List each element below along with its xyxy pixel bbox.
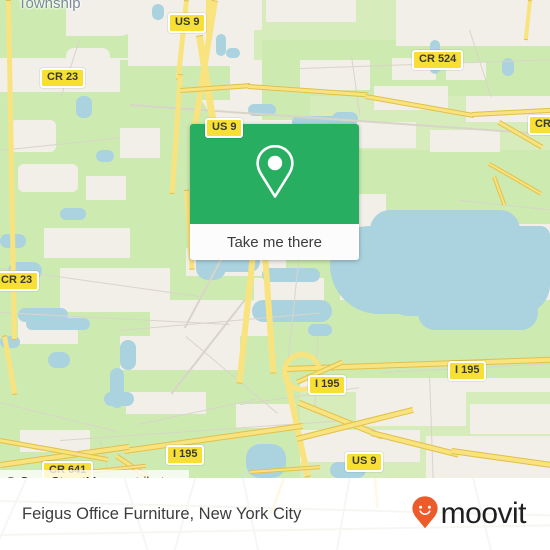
route-shield-i195[interactable]: I 195 xyxy=(308,375,347,395)
water-body xyxy=(60,208,86,220)
location-popup-card[interactable]: Take me there xyxy=(190,124,359,260)
route-shield-i195[interactable]: I 195 xyxy=(448,361,487,381)
water-body xyxy=(104,392,134,406)
water-body xyxy=(370,210,520,250)
landcover-builtup xyxy=(86,176,126,200)
landcover-builtup xyxy=(120,128,160,158)
water-body xyxy=(96,150,114,162)
map-pin-icon xyxy=(252,143,298,206)
landcover-builtup xyxy=(44,228,130,258)
water-body xyxy=(120,340,136,370)
water-body xyxy=(152,4,164,20)
route-shield-us9[interactable]: US 9 xyxy=(345,452,384,472)
water-body xyxy=(26,318,90,330)
landcover-builtup xyxy=(126,392,206,414)
water-body xyxy=(262,268,320,282)
route-shield-cr[interactable]: CR xyxy=(528,115,550,135)
route-shield-cr524[interactable]: CR 524 xyxy=(412,50,464,70)
moovit-wordmark: moovit xyxy=(440,497,527,530)
landcover-builtup xyxy=(18,164,78,192)
route-shield-hidden: US 9 xyxy=(205,118,244,138)
water-body xyxy=(216,34,226,56)
landcover-forest xyxy=(120,60,230,100)
water-body xyxy=(48,352,70,368)
landcover-builtup xyxy=(266,0,356,22)
landcover-builtup xyxy=(430,130,500,152)
take-me-there-button[interactable]: Take me there xyxy=(190,224,359,260)
route-shield-cr23[interactable]: CR 23 xyxy=(40,68,86,88)
landcover-builtup xyxy=(120,336,240,370)
landcover-builtup xyxy=(300,60,370,90)
route-shield-us9[interactable]: US 9 xyxy=(168,13,207,33)
map-share-card: Township US 9 CR 23 CR 524 CR CR 23 I 19… xyxy=(0,0,550,550)
landcover-builtup xyxy=(228,0,262,30)
route-shield-cr23[interactable]: CR 23 xyxy=(0,271,40,291)
moovit-smiling-pin-icon xyxy=(411,495,439,534)
water-body xyxy=(76,96,92,118)
popup-pin-area xyxy=(190,124,359,224)
landcover-builtup xyxy=(470,404,550,434)
water-body xyxy=(226,48,240,58)
location-title: Feigus Office Furniture, New York City xyxy=(22,504,302,523)
map-place-label: Township xyxy=(18,0,81,12)
osm-attribution[interactable]: © OpenStreetMap contributors xyxy=(0,470,189,478)
landcover-builtup xyxy=(352,122,416,148)
water-body xyxy=(308,324,332,336)
osm-attribution-text: © OpenStreetMap contributors xyxy=(6,474,183,479)
route-shield-i195[interactable]: I 195 xyxy=(166,445,205,465)
take-me-there-label: Take me there xyxy=(226,233,323,251)
map-canvas[interactable]: Township US 9 CR 23 CR 524 CR CR 23 I 19… xyxy=(0,0,550,478)
footer-bar: Feigus Office Furniture, New York City m… xyxy=(0,478,550,550)
moovit-logo[interactable]: moovit xyxy=(411,495,527,534)
